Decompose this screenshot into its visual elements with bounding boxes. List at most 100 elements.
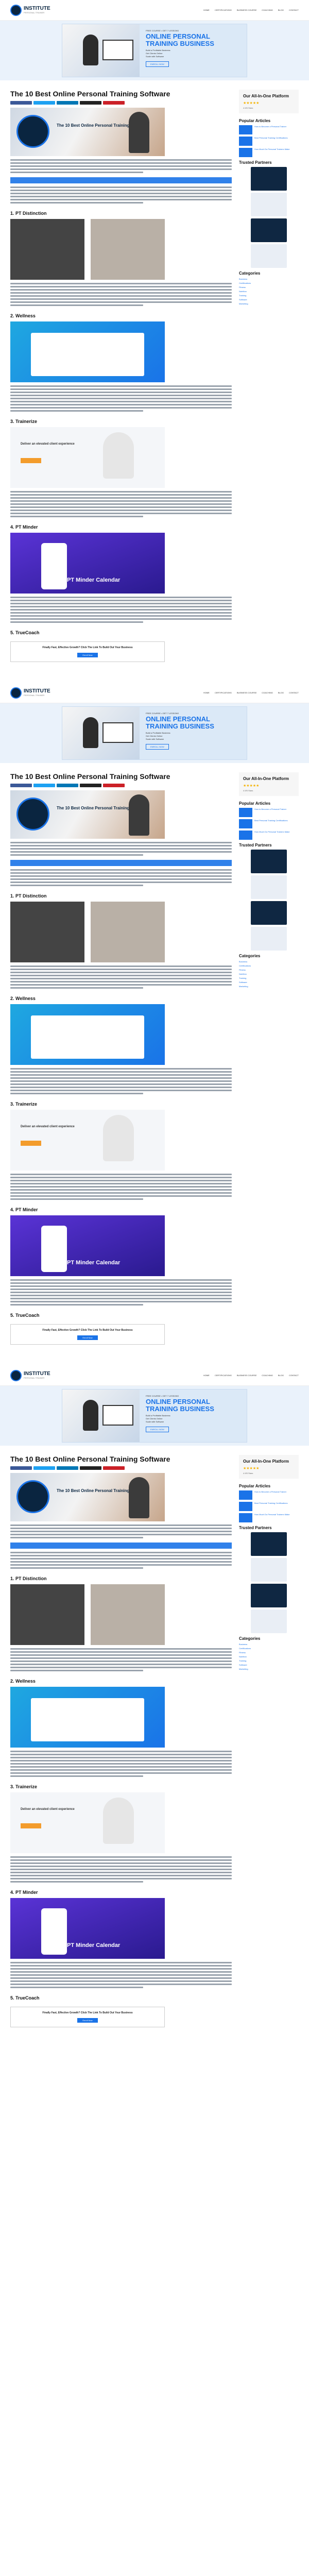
share-facebook-button[interactable] <box>10 784 32 788</box>
share-linkedin-button[interactable] <box>57 1466 78 1470</box>
share-twitter-button[interactable] <box>33 784 55 788</box>
category-link[interactable]: Software <box>239 298 299 301</box>
cta-enroll-button[interactable]: Enroll Now <box>77 1335 98 1341</box>
category-link[interactable]: Fitness <box>239 1651 299 1654</box>
share-pinterest-button[interactable] <box>103 101 125 105</box>
category-link[interactable]: Marketing <box>239 1668 299 1670</box>
share-pinterest-button[interactable] <box>103 1466 125 1470</box>
rating-stars-icon: ★★★★★ <box>243 1466 260 1470</box>
nav-item[interactable]: Blog <box>278 9 284 11</box>
cta-enroll-button[interactable]: Enroll Now <box>77 2018 98 2023</box>
category-link[interactable]: Training <box>239 1659 299 1662</box>
table-of-contents-bar[interactable] <box>10 177 232 184</box>
hero-enroll-button[interactable]: ENROLL NOW <box>146 61 169 67</box>
partner-ad[interactable] <box>251 244 287 268</box>
nav-item[interactable]: Coaching <box>262 9 273 11</box>
text-line <box>10 187 232 189</box>
rating-stars-icon: ★★★★★ <box>243 784 260 788</box>
nav-item[interactable]: Home <box>203 691 210 694</box>
popular-article[interactable]: How Much Do Personal Trainers Make <box>239 830 299 840</box>
share-linkedin-button[interactable] <box>57 784 78 788</box>
partner-ad[interactable] <box>251 218 287 242</box>
platform-box[interactable]: Our All-In-One Platform ★★★★★ 4.9/5 Star… <box>239 90 299 113</box>
nav-item[interactable]: Coaching <box>262 1374 273 1377</box>
popular-article[interactable]: How to Become a Personal Trainer <box>239 1490 299 1500</box>
partner-ad[interactable] <box>251 1532 287 1556</box>
nav-item[interactable]: Contact <box>289 1374 299 1377</box>
partner-ad[interactable] <box>251 192 287 216</box>
category-link[interactable]: Training <box>239 294 299 297</box>
partner-ad[interactable] <box>251 849 287 873</box>
popular-article[interactable]: How Much Do Personal Trainers Make <box>239 1513 299 1522</box>
popular-article[interactable]: Best Personal Training Certifications <box>239 1501 299 1511</box>
nav-item[interactable]: Business Course <box>237 9 256 11</box>
category-link[interactable]: Nutrition <box>239 1655 299 1658</box>
partner-ad[interactable] <box>251 1557 287 1582</box>
site-logo[interactable]: INSTITUTE PERSONAL TRAINER <box>10 687 50 699</box>
platform-box[interactable]: Our All-In-One Platform ★★★★★ 4.9/5 Star… <box>239 772 299 796</box>
partner-ad[interactable] <box>251 926 287 951</box>
popular-article[interactable]: How to Become a Personal Trainer <box>239 125 299 134</box>
category-link[interactable]: Software <box>239 1664 299 1666</box>
category-link[interactable]: Nutrition <box>239 290 299 293</box>
site-logo[interactable]: INSTITUTE PERSONAL TRAINER <box>10 4 50 16</box>
nav-item[interactable]: Contact <box>289 691 299 694</box>
nav-item[interactable]: Contact <box>289 9 299 11</box>
partner-ad[interactable] <box>251 875 287 899</box>
site-logo[interactable]: INSTITUTE PERSONAL TRAINER <box>10 1369 50 1381</box>
popular-article[interactable]: How to Become a Personal Trainer <box>239 807 299 817</box>
popular-article[interactable]: How Much Do Personal Trainers Make <box>239 147 299 157</box>
platform-box[interactable]: Our All-In-One Platform ★★★★★ 4.9/5 Star… <box>239 1455 299 1479</box>
partner-ad[interactable] <box>251 1609 287 1633</box>
category-link[interactable]: Nutrition <box>239 973 299 975</box>
nav-item[interactable]: Certifications <box>215 9 232 11</box>
category-link[interactable]: Business <box>239 278 299 280</box>
category-link[interactable]: Certifications <box>239 282 299 284</box>
category-link[interactable]: Business <box>239 960 299 963</box>
category-link[interactable]: Certifications <box>239 964 299 967</box>
partner-ad[interactable] <box>251 901 287 925</box>
share-facebook-button[interactable] <box>10 101 32 105</box>
table-of-contents-bar[interactable] <box>10 860 232 867</box>
nav-item[interactable]: Business Course <box>237 1374 256 1377</box>
category-link[interactable]: Business <box>239 1643 299 1646</box>
hero-enroll-button[interactable]: ENROLL NOW <box>146 744 169 750</box>
table-of-contents-bar[interactable] <box>10 1543 232 1549</box>
category-link[interactable]: Marketing <box>239 302 299 305</box>
category-link[interactable]: Software <box>239 981 299 984</box>
popular-article[interactable]: Best Personal Training Certifications <box>239 819 299 828</box>
share-row <box>10 784 232 788</box>
category-link[interactable]: Fitness <box>239 969 299 971</box>
share-email-button[interactable] <box>80 101 101 105</box>
category-link[interactable]: Marketing <box>239 985 299 988</box>
hero-banner[interactable]: FREE COURSE • GET 7 LESSONS ONLINE PERSO… <box>62 24 247 77</box>
nav-item[interactable]: Coaching <box>262 691 273 694</box>
text-line <box>10 872 232 874</box>
share-email-button[interactable] <box>80 1466 101 1470</box>
category-link[interactable]: Training <box>239 977 299 979</box>
nav-item[interactable]: Blog <box>278 691 284 694</box>
hero-enroll-button[interactable]: ENROLL NOW <box>146 1427 169 1433</box>
hero-image <box>62 1389 140 1443</box>
share-twitter-button[interactable] <box>33 101 55 105</box>
share-email-button[interactable] <box>80 784 101 788</box>
cta-box: Finally Fast, Effective Growth? Click Th… <box>10 641 165 663</box>
partner-ad[interactable] <box>251 166 287 191</box>
nav-item[interactable]: Home <box>203 1374 210 1377</box>
cta-enroll-button[interactable]: Enroll Now <box>77 653 98 658</box>
category-link[interactable]: Certifications <box>239 1647 299 1650</box>
hero-banner[interactable]: FREE COURSE • GET 7 LESSONS ONLINE PERSO… <box>62 706 247 760</box>
popular-article[interactable]: Best Personal Training Certifications <box>239 136 299 146</box>
nav-item[interactable]: Home <box>203 9 210 11</box>
share-pinterest-button[interactable] <box>103 784 125 788</box>
partner-ad[interactable] <box>251 1583 287 1607</box>
nav-item[interactable]: Blog <box>278 1374 284 1377</box>
share-twitter-button[interactable] <box>33 1466 55 1470</box>
nav-item[interactable]: Business Course <box>237 691 256 694</box>
share-linkedin-button[interactable] <box>57 101 78 105</box>
share-facebook-button[interactable] <box>10 1466 32 1470</box>
category-link[interactable]: Fitness <box>239 286 299 289</box>
nav-item[interactable]: Certifications <box>215 1374 232 1377</box>
hero-banner[interactable]: FREE COURSE • GET 7 LESSONS ONLINE PERSO… <box>62 1389 247 1443</box>
nav-item[interactable]: Certifications <box>215 691 232 694</box>
